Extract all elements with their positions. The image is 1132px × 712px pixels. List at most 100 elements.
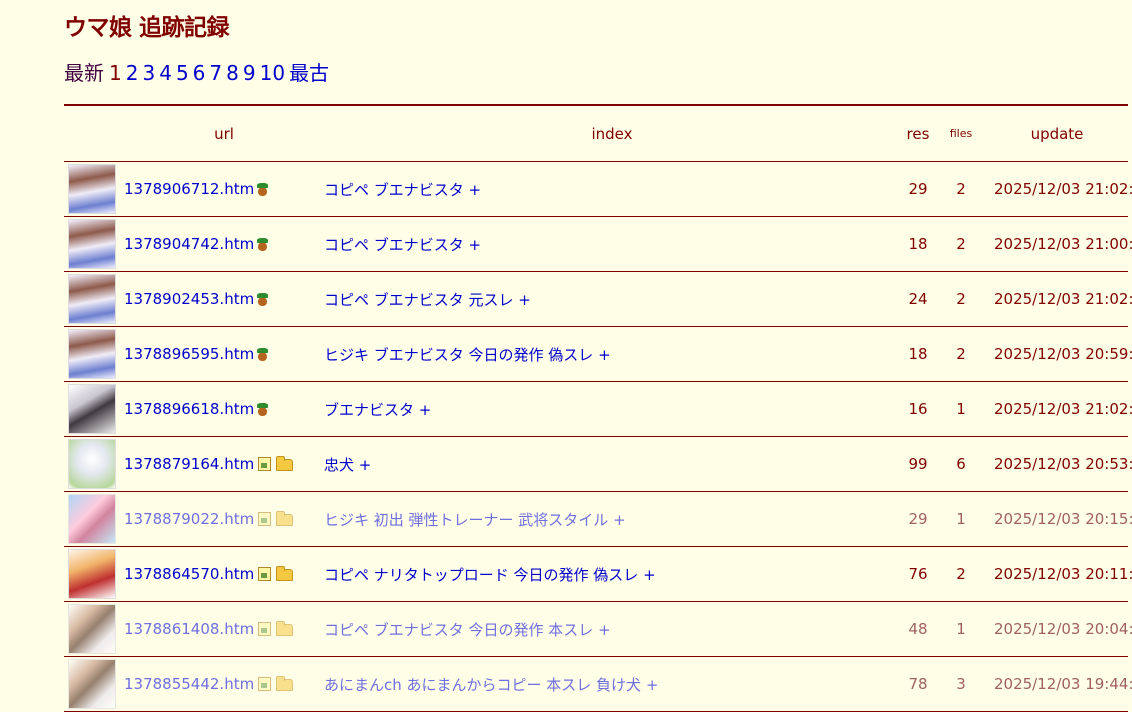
thread-thumbnail[interactable] <box>68 164 116 214</box>
url-cell: 1378879022.htm <box>124 491 324 547</box>
files-count: 1 <box>936 381 986 437</box>
table-row: 1378904742.htm コピペ ブエナビスタ + 18 2 2025/12… <box>64 216 1132 272</box>
table-row: 1378896595.htm ヒジキ ブエナビスタ 今日の発作 偽スレ + 18… <box>64 326 1132 382</box>
pager-newest: 最新 <box>64 61 104 85</box>
pager-oldest[interactable]: 最古 <box>289 61 329 85</box>
thread-thumbnail[interactable] <box>68 494 116 544</box>
files-count: 3 <box>936 656 986 712</box>
thread-index-link[interactable]: あにまんch あにまんからコピー 本スレ 負け犬 + <box>324 676 658 694</box>
thread-thumbnail[interactable] <box>68 274 116 324</box>
pager-page-9[interactable]: 9 <box>243 61 256 85</box>
thread-url-link[interactable]: 1378864570.htm <box>124 565 254 583</box>
thread-table: url index res files update 1378906712.ht… <box>64 104 1132 712</box>
pagination: 最新 1 2 3 4 5 6 7 8 9 10 最古 <box>64 57 334 86</box>
thread-thumbnail[interactable] <box>68 384 116 434</box>
thread-index-link[interactable]: ブエナビスタ + <box>324 401 431 419</box>
index-cell: コピペ ブエナビスタ + <box>324 161 900 217</box>
res-count: 18 <box>900 216 936 272</box>
thumb-cell <box>64 326 124 382</box>
thread-url-link[interactable]: 1378902453.htm <box>124 290 254 308</box>
pager-page-10[interactable]: 10 <box>260 61 285 85</box>
table-row: 1378879164.htm 忠犬 + 99 6 2025/12/03 20:5… <box>64 436 1132 492</box>
url-cell: 1378864570.htm <box>124 546 324 602</box>
thread-url-link[interactable]: 1378879164.htm <box>124 455 254 473</box>
pager-page-3[interactable]: 3 <box>142 61 155 85</box>
thread-index-link[interactable]: ヒジキ 初出 弾性トレーナー 武将スタイル + <box>324 511 626 529</box>
index-cell: ブエナビスタ + <box>324 381 900 437</box>
folder-icon[interactable] <box>276 456 294 471</box>
pager-page-5[interactable]: 5 <box>176 61 189 85</box>
thread-thumbnail[interactable] <box>68 604 116 654</box>
document-icon[interactable] <box>258 457 272 471</box>
update-time: 2025/12/03 20:59:02 <box>986 326 1132 382</box>
table-row: 1378896618.htm ブエナビスタ + 16 1 2025/12/03 … <box>64 381 1132 437</box>
thread-url-link[interactable]: 1378904742.htm <box>124 235 254 253</box>
index-cell: ヒジキ ブエナビスタ 今日の発作 偽スレ + <box>324 326 900 382</box>
thumb-cell <box>64 161 124 217</box>
folder-icon[interactable] <box>276 676 294 691</box>
index-cell: 忠犬 + <box>324 436 900 492</box>
update-time: 2025/12/03 20:04:02 <box>986 601 1132 657</box>
thread-index-link[interactable]: コピペ ブエナビスタ + <box>324 236 481 254</box>
thread-index-link[interactable]: 忠犬 + <box>324 456 371 474</box>
res-count: 16 <box>900 381 936 437</box>
pager-page-2[interactable]: 2 <box>126 61 139 85</box>
thumb-cell <box>64 436 124 492</box>
thread-index-link[interactable]: コピペ ブエナビスタ 元スレ + <box>324 291 531 309</box>
thread-thumbnail[interactable] <box>68 329 116 379</box>
url-cell: 1378902453.htm <box>124 271 324 327</box>
thread-thumbnail[interactable] <box>68 219 116 269</box>
res-count: 48 <box>900 601 936 657</box>
index-cell: コピペ ブエナビスタ 今日の発作 本スレ + <box>324 601 900 657</box>
header-files: files <box>936 105 986 162</box>
table-row: 1378902453.htm コピペ ブエナビスタ 元スレ + 24 2 202… <box>64 271 1132 327</box>
acorn-icon <box>256 183 269 196</box>
table-row: 1378864570.htm コピペ ナリタトップロード 今日の発作 偽スレ +… <box>64 546 1132 602</box>
thread-url-link[interactable]: 1378879022.htm <box>124 510 254 528</box>
thread-index-link[interactable]: ヒジキ ブエナビスタ 今日の発作 偽スレ + <box>324 346 611 364</box>
pager-page-4[interactable]: 4 <box>159 61 172 85</box>
files-count: 2 <box>936 161 986 217</box>
pager-page-6[interactable]: 6 <box>193 61 206 85</box>
res-count: 29 <box>900 161 936 217</box>
folder-icon[interactable] <box>276 621 294 636</box>
res-count: 99 <box>900 436 936 492</box>
document-icon[interactable] <box>258 567 272 581</box>
update-time: 2025/12/03 20:11:03 <box>986 546 1132 602</box>
document-icon[interactable] <box>258 622 272 636</box>
files-count: 6 <box>936 436 986 492</box>
thread-thumbnail[interactable] <box>68 549 116 599</box>
thread-url-link[interactable]: 1378861408.htm <box>124 620 254 638</box>
header-thumb <box>64 105 124 162</box>
pager-page-7[interactable]: 7 <box>209 61 222 85</box>
document-icon[interactable] <box>258 677 272 691</box>
update-time: 2025/12/03 21:02:02 <box>986 271 1132 327</box>
thread-url-link[interactable]: 1378855442.htm <box>124 675 254 693</box>
thread-url-link[interactable]: 1378896595.htm <box>124 345 254 363</box>
thread-thumbnail[interactable] <box>68 659 116 709</box>
thread-thumbnail[interactable] <box>68 439 116 489</box>
thread-url-link[interactable]: 1378906712.htm <box>124 180 254 198</box>
folder-icon[interactable] <box>276 511 294 526</box>
index-cell: コピペ ナリタトップロード 今日の発作 偽スレ + <box>324 546 900 602</box>
thread-index-link[interactable]: コピペ ブエナビスタ 今日の発作 本スレ + <box>324 621 611 639</box>
table-row: 1378861408.htm コピペ ブエナビスタ 今日の発作 本スレ + 48… <box>64 601 1132 657</box>
document-icon[interactable] <box>258 512 272 526</box>
url-cell: 1378896595.htm <box>124 326 324 382</box>
update-time: 2025/12/03 20:53:03 <box>986 436 1132 492</box>
files-count: 2 <box>936 271 986 327</box>
thumb-cell <box>64 546 124 602</box>
table-row: 1378906712.htm コピペ ブエナビスタ + 29 2 2025/12… <box>64 161 1132 217</box>
thumb-cell <box>64 381 124 437</box>
url-cell: 1378896618.htm <box>124 381 324 437</box>
acorn-icon <box>256 403 269 416</box>
files-count: 1 <box>936 491 986 547</box>
folder-icon[interactable] <box>276 566 294 581</box>
files-count: 2 <box>936 326 986 382</box>
page-title: ウマ娘 追跡記録 <box>64 15 230 41</box>
thread-index-link[interactable]: コピペ ナリタトップロード 今日の発作 偽スレ + <box>324 566 656 584</box>
thread-index-link[interactable]: コピペ ブエナビスタ + <box>324 181 481 199</box>
res-count: 76 <box>900 546 936 602</box>
thread-url-link[interactable]: 1378896618.htm <box>124 400 254 418</box>
pager-page-8[interactable]: 8 <box>226 61 239 85</box>
